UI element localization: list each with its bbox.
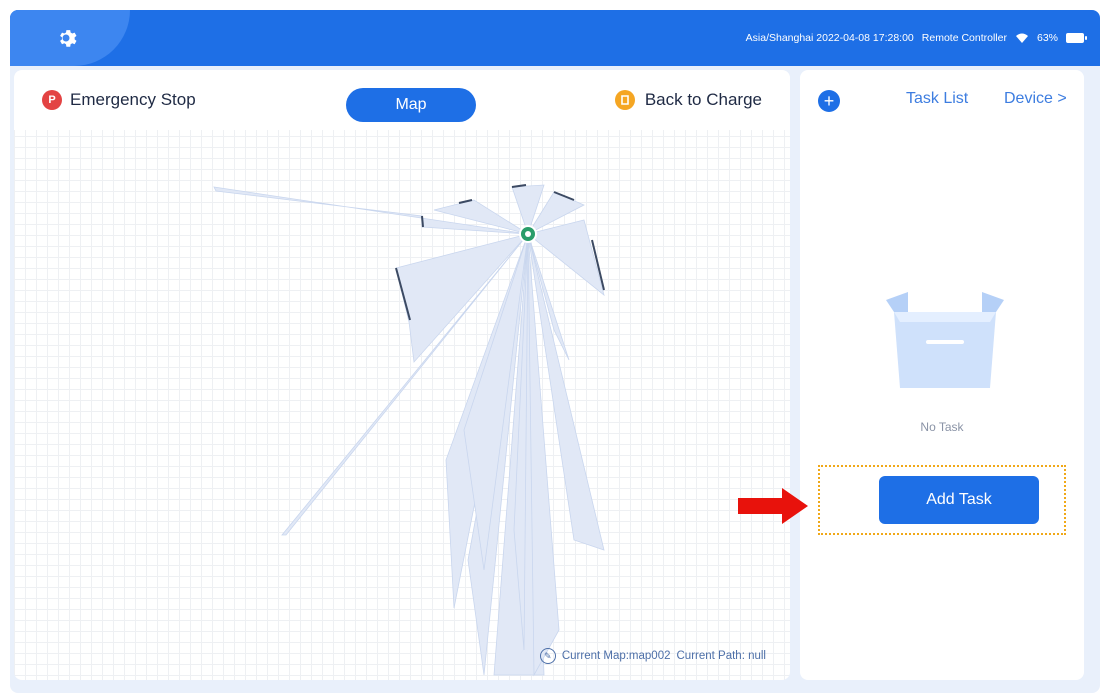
map-info-icon: ✎	[539, 648, 556, 664]
scan-area	[213, 184, 605, 677]
current-map-label: Current Map:map002	[561, 650, 671, 662]
battery-text: 63%	[1036, 32, 1058, 44]
wifi-icon	[1015, 33, 1028, 43]
empty-state-text: No Task	[920, 420, 964, 434]
datetime-text: Asia/Shanghai 2022-04-08 17:28:00	[745, 32, 914, 44]
emergency-stop-icon: P	[42, 90, 62, 110]
back-to-charge-label: Back to Charge	[644, 90, 762, 109]
map-info: ✎ Current Map:map002 Current Path: null	[539, 648, 767, 664]
map-panel: P Emergency Stop Map Back to Charge ✎ Cu…	[14, 70, 790, 680]
map-header: P Emergency Stop Map Back to Charge	[14, 70, 790, 130]
arrow-icon	[738, 488, 808, 524]
map-tab[interactable]: Map	[346, 88, 476, 122]
top-bar: Asia/Shanghai 2022-04-08 17:28:00 Remote…	[10, 10, 1100, 66]
status-area: Asia/Shanghai 2022-04-08 17:28:00 Remote…	[745, 10, 1087, 66]
device-tab[interactable]: Device >	[1004, 90, 1067, 108]
empty-box-icon	[886, 292, 1004, 388]
back-to-charge-button[interactable]: Back to Charge	[614, 90, 762, 110]
mode-text: Remote Controller	[921, 32, 1007, 44]
emergency-stop-button[interactable]: P Emergency Stop	[42, 90, 196, 110]
charge-icon	[614, 90, 635, 110]
robot-marker[interactable]	[519, 225, 537, 243]
emergency-stop-label: Emergency Stop	[70, 90, 196, 109]
battery-icon	[1066, 33, 1087, 43]
gear-icon[interactable]	[54, 26, 78, 50]
add-icon[interactable]: +	[818, 90, 840, 112]
highlight-box	[818, 465, 1066, 535]
task-list-tab[interactable]: Task List	[906, 90, 968, 108]
current-path-label: Current Path: null	[676, 650, 767, 662]
task-panel: + Task List Device > No Task Add Task	[800, 70, 1084, 680]
lidar-map[interactable]	[14, 130, 790, 680]
